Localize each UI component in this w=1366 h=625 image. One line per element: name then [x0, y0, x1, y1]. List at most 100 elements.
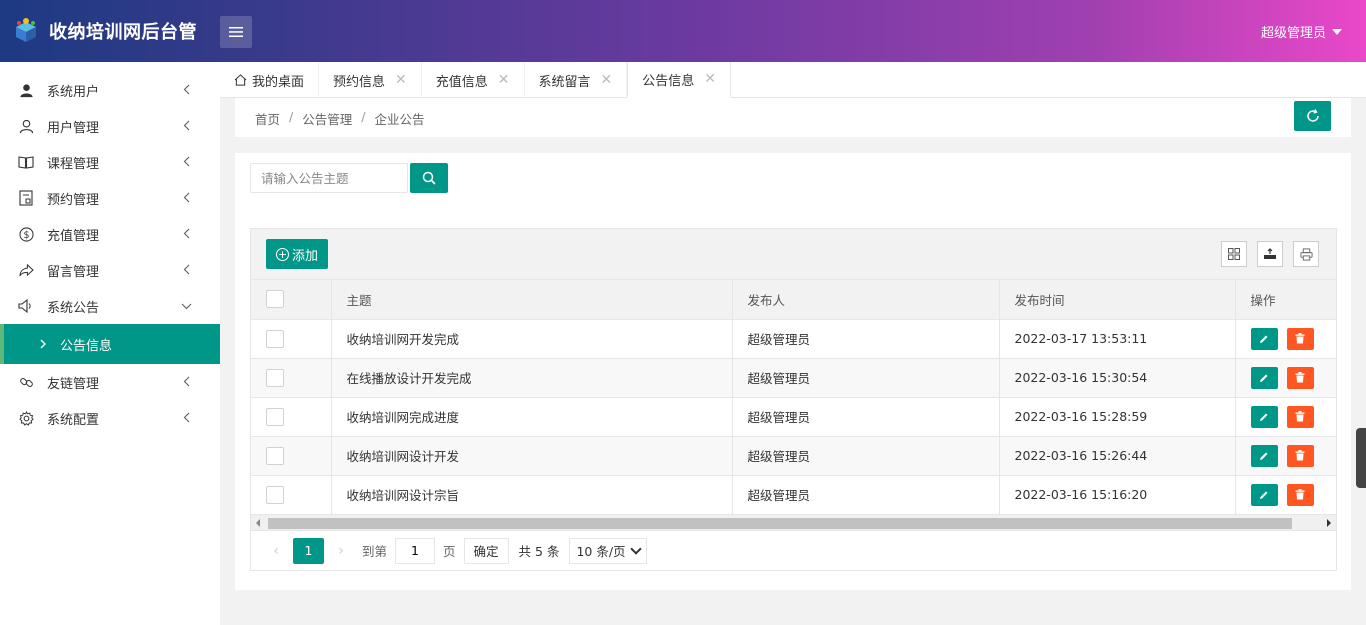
add-button[interactable]: + 添加	[266, 239, 329, 269]
tab-recharge-info[interactable]: 充值信息 ✕	[422, 62, 525, 98]
cell-time: 2022-03-16 15:26:44	[999, 436, 1236, 476]
export-button[interactable]	[1257, 241, 1283, 267]
sidebar-item-course-management[interactable]: 课程管理	[0, 144, 220, 180]
sidebar-item-user-management[interactable]: 用户管理	[0, 108, 220, 144]
sidebar-item-booking-management[interactable]: 预约管理	[0, 180, 220, 216]
column-header-publisher[interactable]: 发布人	[732, 280, 1000, 320]
grid-icon	[1228, 248, 1240, 260]
user-outline-icon	[18, 118, 34, 134]
close-icon[interactable]: ✕	[498, 72, 510, 88]
row-checkbox[interactable]	[266, 329, 284, 348]
tab-my-desktop[interactable]: 我的桌面	[220, 62, 320, 98]
tab-label: 预约信息	[333, 74, 386, 90]
row-checkbox[interactable]	[266, 485, 284, 504]
row-checkbox[interactable]	[266, 407, 284, 426]
search-input[interactable]	[250, 163, 408, 193]
column-header-actions: 操作	[1234, 280, 1337, 320]
breadcrumb: 首页 / 公告管理 / 企业公告	[255, 109, 425, 128]
cell-publisher: 超级管理员	[732, 397, 1000, 437]
delete-button[interactable]	[1286, 405, 1314, 428]
refresh-button[interactable]	[1294, 101, 1331, 131]
user-name: 超级管理员	[1260, 26, 1326, 41]
sidebar-item-label: 用户管理	[47, 120, 100, 136]
table-row: 收纳培训网设计宗旨 超级管理员 2022-03-16 15:16:20	[251, 475, 1337, 515]
column-header-time[interactable]: 发布时间	[999, 280, 1236, 320]
chevron-down-icon	[181, 303, 192, 310]
edit-button[interactable]	[1250, 327, 1278, 350]
dollar-icon: $	[18, 226, 34, 242]
pencil-icon	[1260, 413, 1268, 421]
goto-confirm-button[interactable]: 确定	[463, 537, 509, 564]
close-icon[interactable]: ✕	[601, 72, 613, 88]
close-icon[interactable]: ✕	[395, 72, 407, 88]
caret-down-icon	[1332, 28, 1342, 35]
search-button[interactable]	[410, 163, 448, 193]
edit-button[interactable]	[1250, 366, 1278, 389]
pencil-icon	[1260, 374, 1268, 382]
sidebar-subitem-notice-info[interactable]: 公告信息	[0, 324, 220, 364]
scroll-left-arrow-icon[interactable]	[256, 518, 260, 527]
column-filter-button[interactable]	[1221, 241, 1247, 267]
breadcrumb-home[interactable]: 首页	[255, 109, 280, 128]
printer-icon	[1299, 247, 1313, 261]
sidebar-item-system-config[interactable]: 系统配置	[0, 400, 220, 436]
scroll-right-arrow-icon[interactable]	[1327, 518, 1331, 527]
column-header-title[interactable]: 主题	[331, 280, 733, 320]
plus-circle-icon: +	[276, 247, 289, 261]
current-page-button[interactable]: 1	[293, 537, 324, 564]
horizontal-scrollbar[interactable]	[251, 514, 1336, 531]
delete-button[interactable]	[1286, 366, 1314, 389]
delete-button[interactable]	[1286, 444, 1314, 467]
trash-icon	[1295, 489, 1305, 500]
cell-time: 2022-03-17 13:53:11	[999, 319, 1236, 359]
breadcrumb-notice-management[interactable]: 公告管理	[302, 109, 352, 128]
sidebar-item-system-users[interactable]: 系统用户	[0, 72, 220, 108]
select-all-checkbox[interactable]	[266, 290, 284, 309]
scrollbar-thumb[interactable]	[268, 517, 1292, 529]
data-table: + 添加 主题 发布人 发布时间 操作 收纳培训网开发完成 超级管理员 2022…	[250, 228, 1337, 571]
sidebar-item-recharge-management[interactable]: $ 充值管理	[0, 216, 220, 252]
sidebar-item-message-management[interactable]: 留言管理	[0, 252, 220, 288]
user-menu[interactable]: 超级管理员	[1261, 22, 1342, 41]
chevron-left-icon	[183, 192, 190, 203]
share-arrow-icon	[18, 262, 34, 278]
breadcrumb-current: 企业公告	[374, 112, 425, 127]
page-size-select[interactable]: 10 条/页	[569, 537, 647, 564]
tab-notice-info[interactable]: 公告信息 ✕	[627, 62, 732, 98]
link-icon	[18, 374, 34, 390]
tab-label: 我的桌面	[252, 74, 305, 90]
trash-icon	[1295, 372, 1305, 383]
side-widget-handle[interactable]	[1356, 428, 1366, 488]
cell-title: 收纳培训网完成进度	[331, 397, 733, 437]
sidebar-item-link-management[interactable]: 友链管理	[0, 364, 220, 400]
row-checkbox[interactable]	[266, 368, 284, 387]
tab-system-messages[interactable]: 系统留言 ✕	[525, 62, 628, 98]
cell-publisher: 超级管理员	[732, 358, 1000, 398]
page-size-value: 10 条/页	[576, 544, 626, 559]
trash-icon	[1295, 411, 1305, 422]
prev-page-button[interactable]: ‹	[263, 543, 289, 559]
goto-page-input[interactable]	[395, 537, 436, 564]
edit-button[interactable]	[1250, 405, 1278, 428]
chevron-left-icon	[183, 264, 190, 275]
table-row: 收纳培训网设计开发 超级管理员 2022-03-16 15:26:44	[251, 436, 1337, 476]
menu-toggle-button[interactable]	[220, 16, 252, 48]
next-page-button[interactable]: ›	[328, 543, 354, 559]
sidebar-item-label: 系统用户	[47, 84, 100, 100]
logo-icon	[12, 17, 40, 45]
calendar-icon	[18, 190, 34, 206]
delete-button[interactable]	[1286, 483, 1314, 506]
delete-button[interactable]	[1286, 327, 1314, 350]
refresh-icon	[1306, 109, 1319, 122]
edit-button[interactable]	[1250, 444, 1278, 467]
edit-button[interactable]	[1250, 483, 1278, 506]
sidebar-item-system-notice[interactable]: 系统公告	[0, 288, 220, 324]
trash-icon	[1295, 333, 1305, 344]
close-icon[interactable]: ✕	[704, 71, 716, 87]
tab-booking-info[interactable]: 预约信息 ✕	[319, 62, 422, 98]
logo[interactable]: 收纳培训网后台管	[12, 17, 197, 45]
print-button[interactable]	[1293, 241, 1319, 267]
sidebar: 系统用户 用户管理 课程管理 预约管理 $ 充值管理 留言管理 系统公告 公告信…	[0, 62, 220, 625]
row-checkbox[interactable]	[266, 446, 284, 465]
trash-icon	[1295, 450, 1305, 461]
